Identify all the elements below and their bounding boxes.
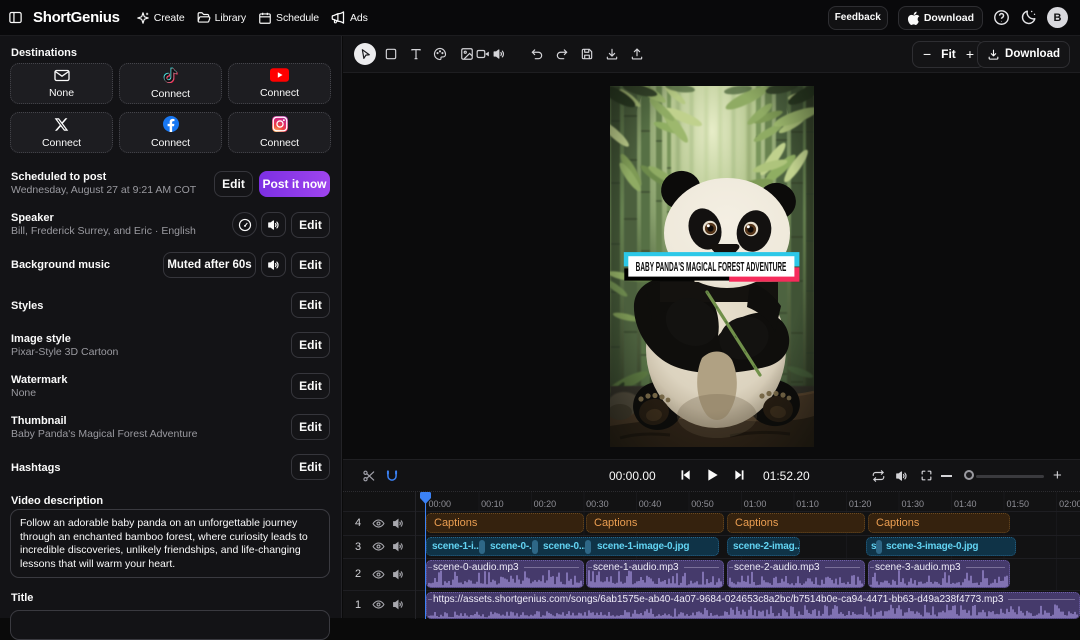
svg-text:BABY PANDA'S MAGICAL FOREST AD: BABY PANDA'S MAGICAL FOREST ADVENTURE <box>636 261 787 275</box>
